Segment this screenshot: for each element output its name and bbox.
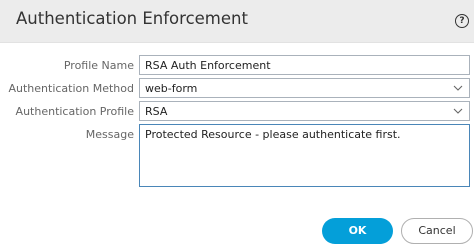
authentication-method-select[interactable]: web-form <box>139 78 470 98</box>
authentication-profile-value: RSA <box>145 105 168 118</box>
authentication-profile-label: Authentication Profile <box>15 105 134 118</box>
dialog-titlebar: Authentication Enforcement ? <box>0 0 474 43</box>
message-value: Protected Resource - please authenticate… <box>145 128 401 141</box>
message-textarea[interactable]: Protected Resource - please authenticate… <box>139 124 470 187</box>
cancel-button[interactable]: Cancel <box>401 218 473 244</box>
profile-name-label: Profile Name <box>63 59 134 72</box>
chevron-down-icon <box>452 105 464 117</box>
message-label: Message <box>85 128 134 141</box>
chevron-down-icon <box>452 82 464 94</box>
help-icon[interactable]: ? <box>455 14 469 28</box>
ok-button[interactable]: OK <box>322 218 393 244</box>
authentication-enforcement-dialog: Authentication Enforcement ? Profile Nam… <box>0 0 474 244</box>
authentication-method-label: Authentication Method <box>8 82 134 95</box>
dialog-title: Authentication Enforcement <box>16 9 248 28</box>
profile-name-value: RSA Auth Enforcement <box>145 59 271 72</box>
profile-name-input[interactable]: RSA Auth Enforcement <box>139 55 470 75</box>
authentication-profile-select[interactable]: RSA <box>139 101 470 121</box>
authentication-method-value: web-form <box>145 82 198 95</box>
